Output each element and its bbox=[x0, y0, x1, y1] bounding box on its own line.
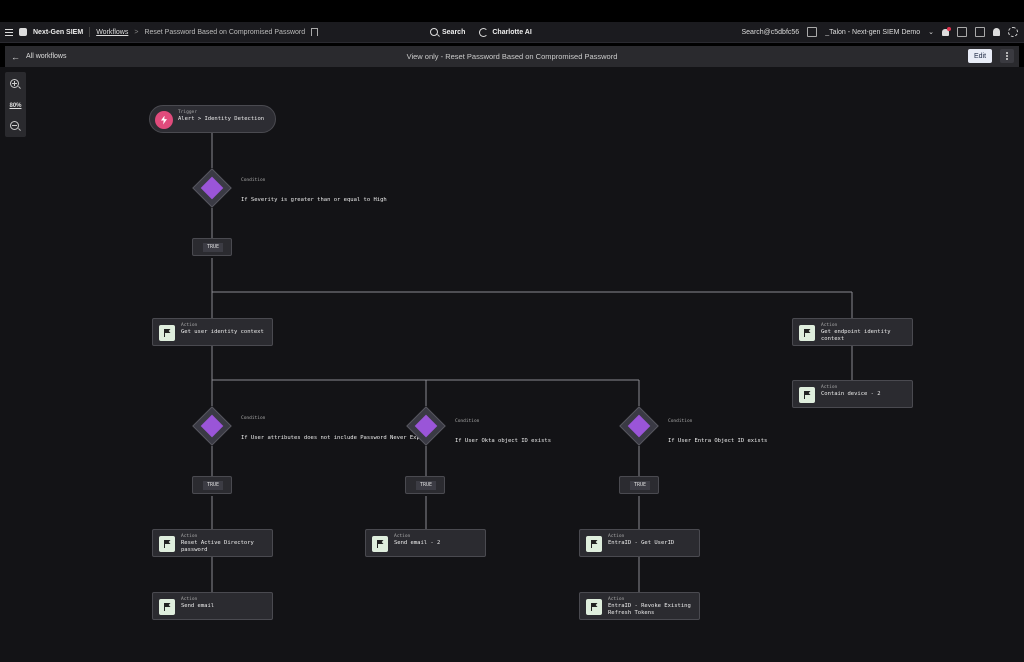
action-label: EntraID - Get UserID bbox=[608, 540, 675, 546]
flag-icon bbox=[586, 599, 602, 615]
zoom-level[interactable]: 80% bbox=[5, 103, 26, 109]
condition-type: Condition bbox=[241, 178, 266, 183]
condition-label: If User Entra Object ID exists bbox=[668, 438, 768, 444]
action-label: Send email bbox=[181, 603, 215, 609]
action-type: Action bbox=[181, 534, 198, 539]
zoom-in-icon[interactable] bbox=[10, 79, 19, 88]
flag-icon bbox=[159, 536, 175, 552]
condition-1-text: Condition If Severity is greater than or… bbox=[241, 178, 387, 205]
action-node[interactable]: Action Reset Active Directory password bbox=[152, 529, 273, 557]
action-type: Action bbox=[821, 323, 838, 328]
action-node[interactable]: Action Send email - 2 bbox=[365, 529, 486, 557]
action-label: Send email - 2 bbox=[394, 540, 441, 546]
true-label: TRUE bbox=[203, 243, 223, 252]
action-label: EntraID - Revoke Existing Refresh Tokens bbox=[608, 603, 691, 616]
true-label: TRUE bbox=[203, 481, 223, 490]
action-type: Action bbox=[394, 534, 411, 539]
action-type: Action bbox=[821, 385, 838, 390]
condition-type: Condition bbox=[455, 419, 480, 424]
branch-icon bbox=[200, 414, 224, 438]
action-label: Reset Active Directory password bbox=[181, 540, 254, 553]
action-type: Action bbox=[181, 323, 198, 328]
action-node[interactable]: Action EntraID - Revoke Existing Refresh… bbox=[579, 592, 700, 620]
lightning-icon bbox=[155, 111, 173, 129]
flag-icon bbox=[586, 536, 602, 552]
flag-icon bbox=[372, 536, 388, 552]
trigger-node[interactable]: Trigger Alert > Identity Detection bbox=[149, 105, 276, 133]
action-type: Action bbox=[608, 597, 625, 602]
action-node[interactable]: Action Get user identity context bbox=[152, 318, 273, 346]
action-node[interactable]: Action Contain device - 2 bbox=[792, 380, 913, 408]
condition-2-text: Condition If User attributes does not in… bbox=[241, 416, 433, 443]
action-node[interactable]: Action Send email bbox=[152, 592, 273, 620]
condition-label: If Severity is greater than or equal to … bbox=[241, 197, 387, 203]
branch-icon bbox=[414, 414, 438, 438]
condition-3-text: Condition If User Okta object ID exists bbox=[455, 419, 551, 446]
flag-icon bbox=[159, 599, 175, 615]
true-branch[interactable]: TRUE bbox=[619, 476, 659, 494]
action-label: Get user identity context bbox=[181, 329, 264, 335]
action-type: Action bbox=[608, 534, 625, 539]
branch-icon bbox=[627, 414, 651, 438]
flag-icon bbox=[159, 325, 175, 341]
zoom-out-icon[interactable] bbox=[10, 121, 19, 130]
branch-icon bbox=[200, 176, 224, 200]
trigger-type: Trigger bbox=[178, 110, 197, 115]
true-branch[interactable]: TRUE bbox=[405, 476, 445, 494]
zoom-controls: 80% bbox=[5, 72, 26, 137]
trigger-label: Alert > Identity Detection bbox=[178, 116, 265, 122]
true-label: TRUE bbox=[416, 481, 436, 490]
condition-label: If User Okta object ID exists bbox=[455, 438, 552, 444]
action-node[interactable]: Action Get endpoint identity context bbox=[792, 318, 913, 346]
true-label: TRUE bbox=[630, 481, 650, 490]
action-label: Contain device - 2 bbox=[821, 391, 881, 397]
condition-type: Condition bbox=[668, 419, 693, 424]
flag-icon bbox=[799, 325, 815, 341]
flag-icon bbox=[799, 387, 815, 403]
condition-label: If User attributes does not include Pass… bbox=[241, 435, 434, 441]
action-label: Get endpoint identity context bbox=[821, 329, 891, 342]
action-type: Action bbox=[181, 597, 198, 602]
condition-4-text: Condition If User Entra Object ID exists bbox=[668, 419, 767, 446]
true-branch[interactable]: TRUE bbox=[192, 476, 232, 494]
action-node[interactable]: Action EntraID - Get UserID bbox=[579, 529, 700, 557]
condition-type: Condition bbox=[241, 416, 266, 421]
true-branch[interactable]: TRUE bbox=[192, 238, 232, 256]
